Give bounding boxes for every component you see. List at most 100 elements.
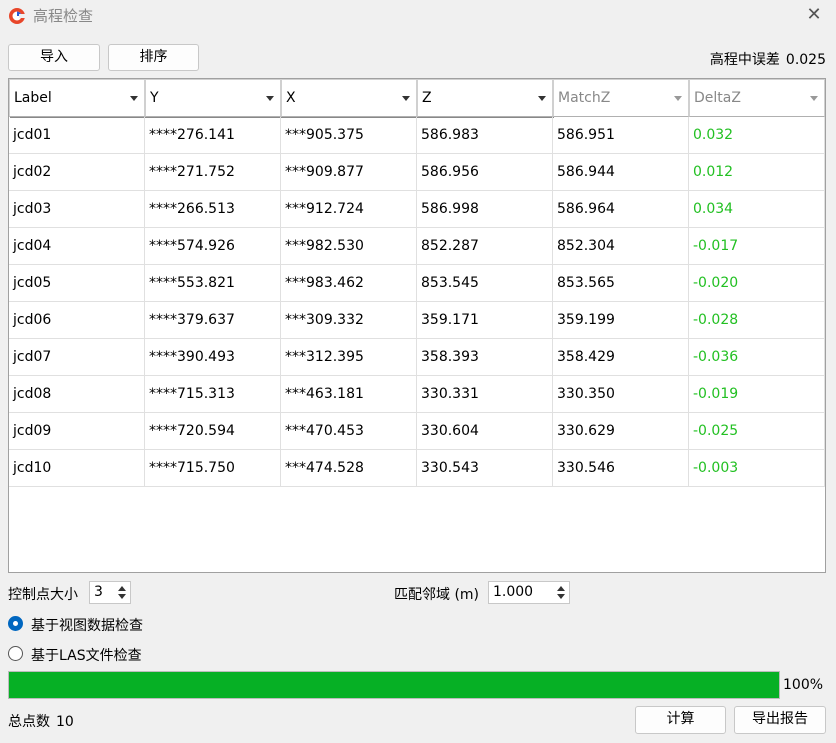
column-header-matchz[interactable]: MatchZ [553,79,689,117]
table-cell-y: ****720.594 [145,413,281,450]
app-logo-icon [9,8,25,24]
table-cell-label: jcd05 [9,265,145,302]
table-cell-deltaz: -0.019 [689,376,825,413]
table-cell-matchz: 358.429 [553,339,689,376]
table-cell-x: ***912.724 [281,191,417,228]
table-cell-y: ****390.493 [145,339,281,376]
table-cell-deltaz: -0.036 [689,339,825,376]
table-row[interactable]: jcd10 ****715.750 ***474.528 330.543 330.546… [9,450,825,487]
table-cell-y: ****276.141 [145,117,281,154]
title-bar: 高程检查 ✕ [0,0,836,32]
radio-view-data[interactable] [8,616,23,631]
table-cell-z: 359.171 [417,302,553,339]
radio-las-file-label[interactable]: 基于LAS文件检查 [31,645,142,665]
dropdown-arrow-icon [810,96,818,101]
table-cell-y: ****553.821 [145,265,281,302]
column-header-text: MatchZ [558,90,611,106]
table-cell-label: jcd03 [9,191,145,228]
column-header-deltaz[interactable]: DeltaZ [689,79,825,117]
progress-bar [8,671,780,699]
table-row[interactable]: jcd02 ****271.752 ***909.877 586.956 586.944… [9,154,825,191]
column-header-text: Label [14,90,52,106]
radio-view-data-label[interactable]: 基于视图数据检查 [31,615,143,635]
progress-fill [9,672,779,698]
table-row[interactable]: jcd09 ****720.594 ***470.453 330.604 330.629… [9,413,825,450]
table-cell-matchz: 586.951 [553,117,689,154]
table-cell-label: jcd06 [9,302,145,339]
table-cell-label: jcd04 [9,228,145,265]
total-points: 总点数 10 [8,711,74,731]
rmse-value: 0.025 [785,52,826,68]
table-cell-matchz: 853.565 [553,265,689,302]
table-cell-y: ****379.637 [145,302,281,339]
table-cell-deltaz: 0.034 [689,191,825,228]
total-points-value: 10 [56,714,74,730]
table-cell-y: ****715.313 [145,376,281,413]
table-row[interactable]: jcd05 ****553.821 ***983.462 853.545 853.565… [9,265,825,302]
table-cell-z: 586.956 [417,154,553,191]
table-cell-x: ***312.395 [281,339,417,376]
spin-down-icon[interactable] [118,594,126,599]
point-size-value: 3 [94,584,103,600]
spin-up-icon[interactable] [557,586,565,591]
column-header-y[interactable]: Y [145,79,281,117]
table-cell-z: 330.331 [417,376,553,413]
table-cell-z: 330.543 [417,450,553,487]
table-cell-deltaz: 0.032 [689,117,825,154]
table-cell-x: ***909.877 [281,154,417,191]
dropdown-arrow-icon [674,96,682,101]
table-cell-label: jcd02 [9,154,145,191]
dropdown-arrow-icon [130,96,138,101]
close-icon[interactable]: ✕ [800,2,828,28]
table-cell-y: ****266.513 [145,191,281,228]
table-cell-z: 586.983 [417,117,553,154]
table-row[interactable]: jcd01 ****276.141 ***905.375 586.983 586.951… [9,117,825,154]
radio-las-file[interactable] [8,646,23,661]
window-title: 高程检查 [33,7,94,25]
calculate-button[interactable]: 计算 [635,706,726,734]
table-cell-matchz: 359.199 [553,302,689,339]
column-header-text: Z [422,90,432,106]
table-cell-x: ***470.453 [281,413,417,450]
table-cell-z: 330.604 [417,413,553,450]
table-cell-matchz: 586.964 [553,191,689,228]
table-row[interactable]: jcd06 ****379.637 ***309.332 359.171 359.199… [9,302,825,339]
point-size-spinbox[interactable]: 3 [89,581,131,604]
table-cell-deltaz: -0.003 [689,450,825,487]
sort-button[interactable]: 排序 [108,44,199,71]
table-row[interactable]: jcd03 ****266.513 ***912.724 586.998 586.964… [9,191,825,228]
column-header-z[interactable]: Z [417,79,553,117]
table-cell-matchz: 330.350 [553,376,689,413]
match-radius-spinbox[interactable]: 1.000 [488,581,570,604]
rmse-label: 高程中误差 [709,52,780,68]
import-button[interactable]: 导入 [8,44,100,71]
table-cell-z: 852.287 [417,228,553,265]
table-cell-deltaz: -0.020 [689,265,825,302]
table-cell-label: jcd09 [9,413,145,450]
column-header-label[interactable]: Label [9,79,145,117]
spin-up-icon[interactable] [118,586,126,591]
progress-percent: 100% [783,677,824,693]
table-row[interactable]: jcd07 ****390.493 ***312.395 358.393 358.429… [9,339,825,376]
table-cell-z: 586.998 [417,191,553,228]
table-cell-x: ***983.462 [281,265,417,302]
column-header-text: X [286,90,296,106]
column-header-x[interactable]: X [281,79,417,117]
spin-down-icon[interactable] [557,594,565,599]
table-cell-deltaz: -0.028 [689,302,825,339]
table-cell-label: jcd08 [9,376,145,413]
export-report-button[interactable]: 导出报告 [734,706,826,734]
table-cell-x: ***905.375 [281,117,417,154]
table-cell-z: 358.393 [417,339,553,376]
table-cell-label: jcd01 [9,117,145,154]
dropdown-arrow-icon [266,96,274,101]
spin-buttons[interactable] [555,583,568,602]
spin-buttons[interactable] [116,583,129,602]
results-table: Label Y X Z MatchZ DeltaZ jcd01 ****276.1… [8,78,826,573]
table-cell-label: jcd10 [9,450,145,487]
table-cell-x: ***463.181 [281,376,417,413]
table-row[interactable]: jcd04 ****574.926 ***982.530 852.287 852.304… [9,228,825,265]
table-row[interactable]: jcd08 ****715.313 ***463.181 330.331 330.350… [9,376,825,413]
rmse-display: 高程中误差 0.025 [710,49,826,69]
point-size-label: 控制点大小 [8,587,78,603]
